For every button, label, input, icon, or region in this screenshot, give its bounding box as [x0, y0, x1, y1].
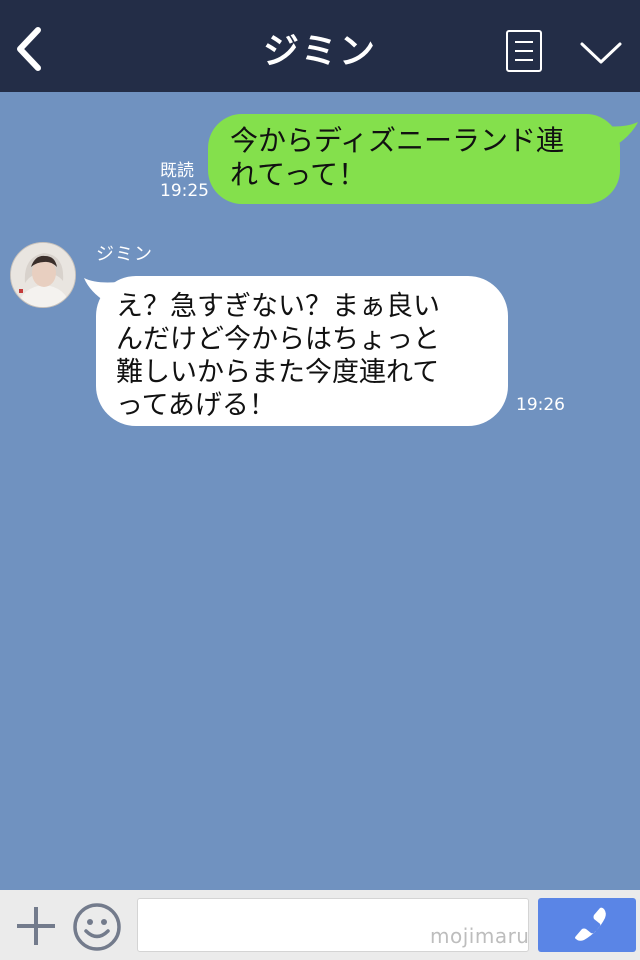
plus-icon [17, 907, 55, 945]
watermark: mojimaru [430, 924, 530, 948]
phone-icon [575, 907, 606, 941]
menu-button[interactable] [506, 30, 542, 72]
chat-title: ジミン [262, 31, 377, 72]
back-chevron-icon [17, 27, 41, 71]
collapse-button[interactable] [578, 34, 624, 70]
outgoing-message-line: 今からディズニーランド連 [230, 124, 565, 157]
incoming-message-line: ってあげる！ [116, 390, 276, 421]
outgoing-message-line: れてって！ [230, 158, 367, 191]
emoji-button[interactable] [72, 902, 122, 952]
avatar[interactable] [10, 242, 76, 308]
add-button[interactable] [14, 904, 58, 948]
avatar-photo [11, 243, 75, 307]
chat-header: ジミン [0, 0, 640, 92]
outgoing-timestamp: 19:25 [160, 181, 209, 201]
sender-name: ジミン [96, 244, 153, 265]
incoming-message-line: 難しいからまた今度連れて [116, 357, 440, 388]
read-receipt: 既読 [160, 161, 194, 181]
back-button[interactable] [10, 24, 50, 74]
smiley-icon [73, 903, 121, 951]
chevron-down-icon [580, 42, 622, 64]
incoming-message-line: んだけど今からはちょっと [116, 324, 440, 355]
call-button[interactable] [538, 898, 636, 952]
outgoing-message-bubble[interactable]: 今からディズニーランド連 れてって！ [208, 114, 620, 204]
incoming-message-bubble[interactable]: え？急すぎない？まぁ良い んだけど今からはちょっと 難しいからまた今度連れて っ… [96, 276, 508, 426]
incoming-message-line: え？急すぎない？まぁ良い [116, 291, 440, 322]
incoming-timestamp: 19:26 [516, 395, 565, 415]
